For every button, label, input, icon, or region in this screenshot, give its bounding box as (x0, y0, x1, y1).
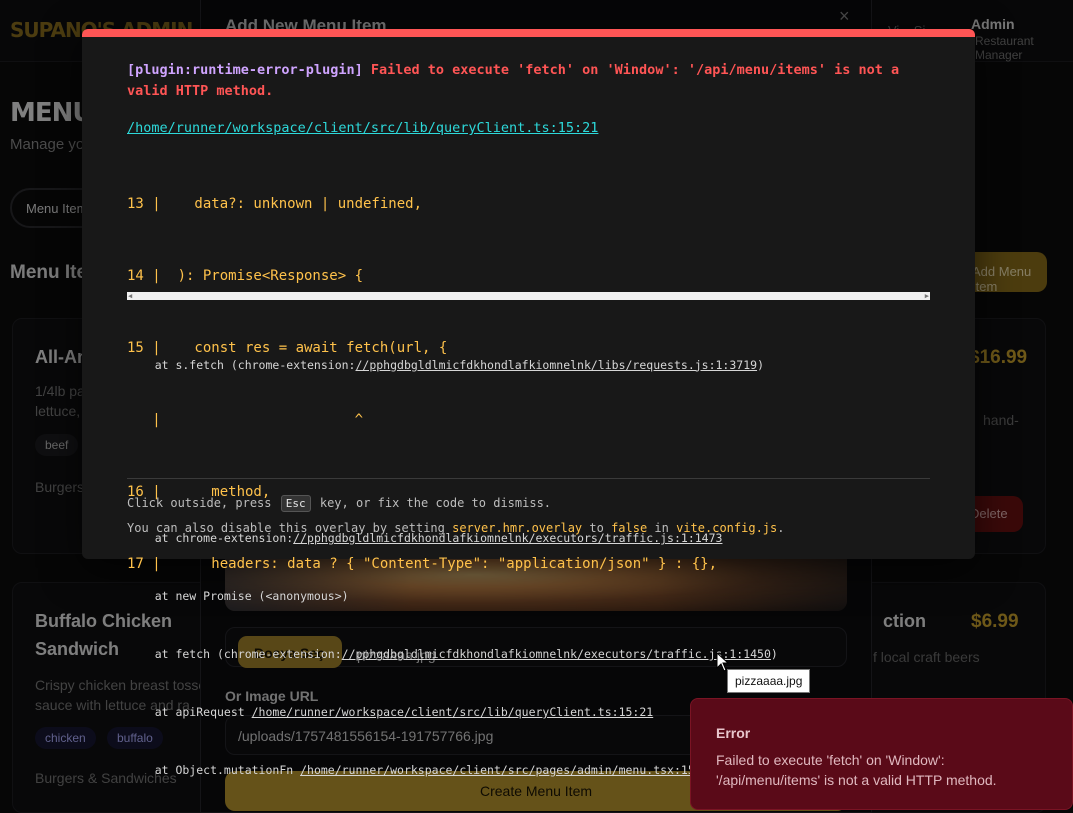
stack-line (127, 471, 932, 490)
stack-line: at s.fetch (chrome-extension://pphgdbgld… (127, 357, 764, 372)
toast-title: Error (716, 725, 751, 741)
stack-link[interactable]: //pphgdbgldlmicfdkhondlafkiomnelnk/libs/… (355, 358, 757, 372)
error-file-link[interactable]: /home/runner/workspace/client/src/lib/qu… (127, 120, 598, 136)
code-line: 14 | ): Promise<Response> { (127, 268, 364, 284)
error-message: [plugin:runtime-error-plugin] Failed to … (127, 60, 937, 102)
code-line: 13 | data?: unknown | undefined, (127, 196, 423, 212)
runtime-error-overlay: [plugin:runtime-error-plugin] Failed to … (82, 29, 975, 777)
toast-message: Failed to execute 'fetch' on 'Window': '… (716, 752, 997, 788)
stack-link[interactable]: //pphgdbgldlmicfdkhondlafkiomnelnk/execu… (342, 647, 771, 661)
stack-link[interactable]: /home/runner/workspace/client/src/lib/qu… (252, 705, 654, 719)
horizontal-scrollbar[interactable]: ◀ ▶ (127, 292, 930, 300)
disable-overlay-tip: You can also disable this overlay by set… (127, 521, 785, 535)
stack-line (127, 413, 932, 432)
divider (127, 478, 930, 479)
file-name-tooltip: pizzaaaa.jpg (727, 669, 811, 693)
stack-line: at fetch (chrome-extension://pphgdbgldlm… (127, 647, 778, 662)
error-toast[interactable]: Error Failed to execute 'fetch' on 'Wind… (690, 698, 1073, 810)
stack-line: at new Promise (<anonymous>) (127, 589, 349, 604)
esc-key: Esc (280, 495, 311, 512)
error-plugin-name: [plugin:runtime-error-plugin] (127, 62, 363, 78)
stack-link[interactable]: /home/runner/workspace/client/src/pages/… (300, 763, 722, 777)
dismiss-tip: Click outside, press Esc key, or fix the… (127, 495, 552, 512)
